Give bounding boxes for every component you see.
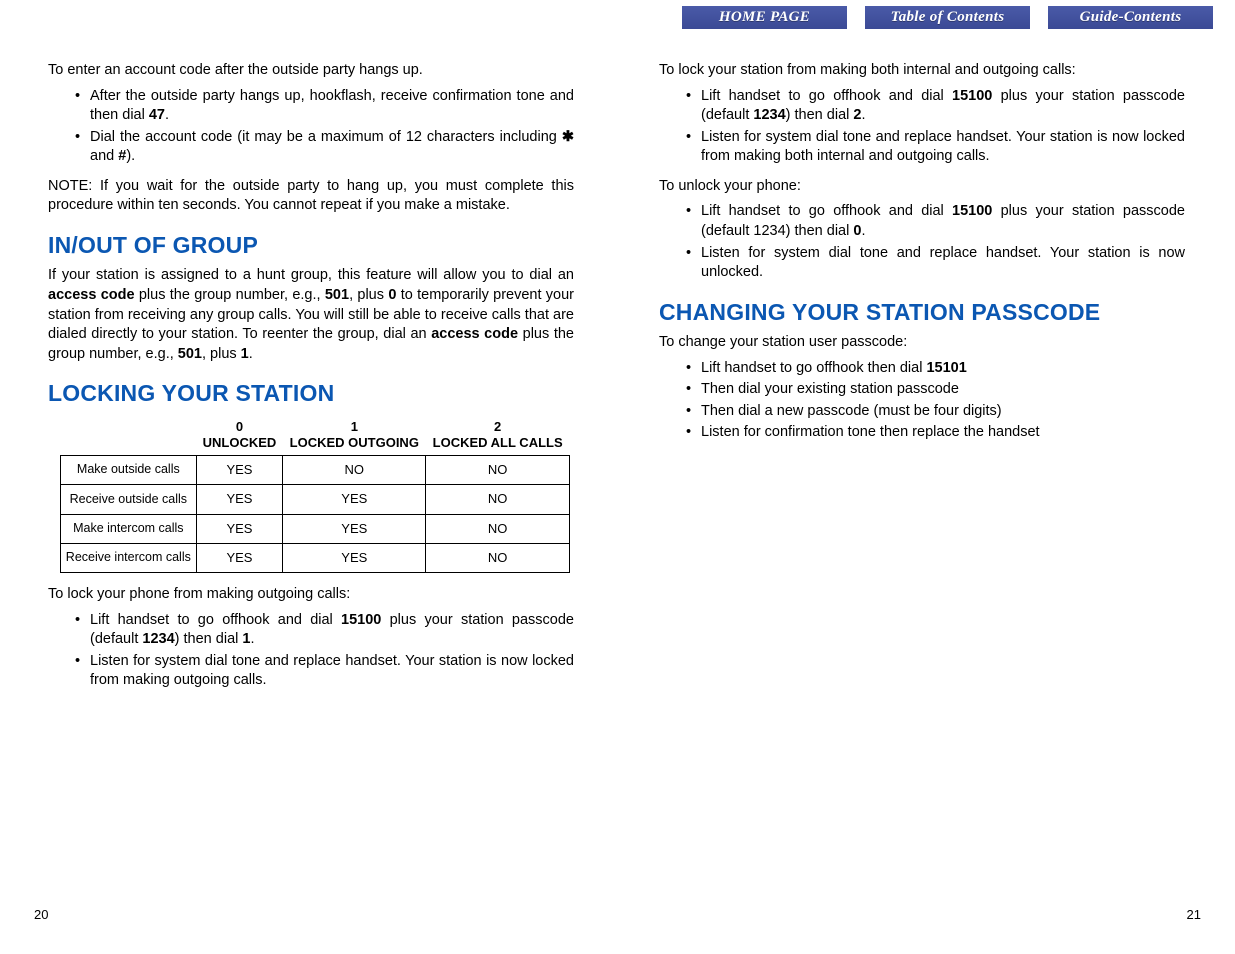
table-row: Receive outside calls YES YES NO (61, 485, 570, 514)
note-text: NOTE: If you wait for the outside party … (48, 177, 574, 216)
nav-row: HOME PAGE Table of Contents Guide-Conten… (682, 6, 1213, 29)
row-label: Make outside calls (61, 456, 197, 485)
table-head-locked-outgoing: 1LOCKED OUTGOING (283, 415, 426, 456)
lock-table: 0UNLOCKED 1LOCKED OUTGOING 2LOCKED ALL C… (60, 415, 570, 574)
cell: NO (426, 456, 570, 485)
list-item: Listen for confirmation tone then replac… (659, 423, 1185, 443)
list-item: Listen for system dial tone and replace … (659, 244, 1185, 283)
heading-changing-passcode: CHANGING YOUR STATION PASSCODE (659, 299, 1185, 325)
cell: YES (283, 485, 426, 514)
heading-inout-group: IN/OUT OF GROUP (48, 232, 574, 258)
passcode-steps: Lift handset to go offhook then dial 151… (659, 359, 1185, 443)
unlock-intro: To unlock your phone: (659, 177, 1185, 197)
list-item: Lift handset to go offhook and dial 1510… (48, 611, 574, 650)
table-corner (61, 415, 197, 456)
cell: YES (196, 456, 283, 485)
account-intro: To enter an account code after the outsi… (48, 61, 574, 81)
heading-locking-station: LOCKING YOUR STATION (48, 380, 574, 406)
cell: YES (196, 485, 283, 514)
nav-home-button[interactable]: HOME PAGE (682, 6, 847, 29)
passcode-intro: To change your station user passcode: (659, 333, 1185, 353)
list-item: Listen for system dial tone and replace … (48, 652, 574, 691)
cell: YES (196, 514, 283, 543)
row-label: Make intercom calls (61, 514, 197, 543)
lock-both-steps: Lift handset to go offhook and dial 1510… (659, 87, 1185, 167)
page-number-right: 21 (1187, 907, 1201, 922)
right-column: To lock your station from making both in… (659, 55, 1185, 701)
cell: NO (426, 485, 570, 514)
cell: NO (283, 456, 426, 485)
cell: YES (196, 543, 283, 572)
cell: NO (426, 543, 570, 572)
list-item: Then dial a new passcode (must be four d… (659, 402, 1185, 422)
table-row: Make outside calls YES NO NO (61, 456, 570, 485)
lock-both-intro: To lock your station from making both in… (659, 61, 1185, 81)
account-steps: After the outside party hangs up, hookfl… (48, 87, 574, 167)
list-item: Dial the account code (it may be a maxim… (48, 128, 574, 167)
table-head-locked-all: 2LOCKED ALL CALLS (426, 415, 570, 456)
page-columns: To enter an account code after the outsi… (0, 0, 1235, 701)
list-item: Lift handset to go offhook then dial 151… (659, 359, 1185, 379)
page-number-left: 20 (34, 907, 48, 922)
nav-toc-button[interactable]: Table of Contents (865, 6, 1030, 29)
list-item: Lift handset to go offhook and dial 1510… (659, 202, 1185, 241)
cell: YES (283, 514, 426, 543)
lock-outgoing-intro: To lock your phone from making outgoing … (48, 585, 574, 605)
table-row: Receive intercom calls YES YES NO (61, 543, 570, 572)
cell: NO (426, 514, 570, 543)
nav-guide-button[interactable]: Guide-Contents (1048, 6, 1213, 29)
left-column: To enter an account code after the outsi… (48, 55, 574, 701)
list-item: After the outside party hangs up, hookfl… (48, 87, 574, 126)
lock-outgoing-steps: Lift handset to go offhook and dial 1510… (48, 611, 574, 691)
list-item: Lift handset to go offhook and dial 1510… (659, 87, 1185, 126)
table-head-unlocked: 0UNLOCKED (196, 415, 283, 456)
unlock-steps: Lift handset to go offhook and dial 1510… (659, 202, 1185, 282)
cell: YES (283, 543, 426, 572)
table-row: Make intercom calls YES YES NO (61, 514, 570, 543)
row-label: Receive intercom calls (61, 543, 197, 572)
list-item: Then dial your existing station passcode (659, 380, 1185, 400)
list-item: Listen for system dial tone and replace … (659, 128, 1185, 167)
row-label: Receive outside calls (61, 485, 197, 514)
inout-paragraph: If your station is assigned to a hunt gr… (48, 266, 574, 364)
